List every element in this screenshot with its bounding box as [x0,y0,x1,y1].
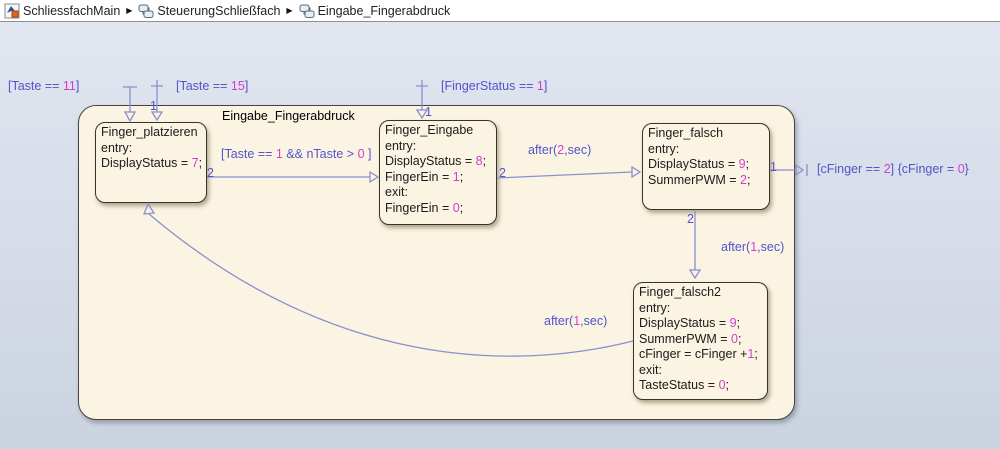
state-action: exit: [639,363,763,379]
state-finger-eingabe[interactable]: Finger_Eingabe entry: DisplayStatus = 8;… [379,120,497,225]
breadcrumb-separator-icon: ▶ [286,6,292,15]
state-eingabe-fingerabdruck-title: Eingabe_Fingerabdruck [222,109,355,123]
state-action: FingerEin = 1; [385,170,492,186]
transition-label-after2sec[interactable]: after(2,sec) [528,143,591,157]
state-action: entry: [648,142,765,158]
transition-order[interactable]: 1 [150,99,157,113]
transition-order[interactable]: 2 [499,166,506,180]
state-action: TasteStatus = 0; [639,378,763,394]
state-action: entry: [101,141,202,157]
state-action: DisplayStatus = 9; [648,157,765,173]
state-action: entry: [385,139,492,155]
state-action: cFinger = cFinger +1; [639,347,763,363]
state-action: DisplayStatus = 7; [101,156,202,172]
transition-label-taste11[interactable]: [Taste == 11] [8,79,79,93]
state-title: Finger_falsch2 [639,285,763,301]
arrowhead-icon [796,165,803,175]
state-action: exit: [385,185,492,201]
breadcrumb-separator-icon: ▶ [126,6,132,15]
state-title: Finger_Eingabe [385,123,492,139]
breadcrumb-item-model[interactable]: SchliessfachMain [23,4,120,18]
breadcrumb: SchliessfachMain ▶ SteuerungSchließfach … [0,0,1000,22]
state-action: FingerEin = 0; [385,201,492,217]
breadcrumb-item-parent-chart[interactable]: SteuerungSchließfach [157,4,280,18]
stateflow-canvas: Eingabe_Fingerabdruck Finger_platzieren … [0,22,1000,449]
transition-label-after1sec-loop[interactable]: after(1,sec) [544,314,607,328]
stateflow-chart-icon [138,3,154,19]
state-action: entry: [639,301,763,317]
breadcrumb-item-current-chart[interactable]: Eingabe_Fingerabdruck [318,4,451,18]
transition-order[interactable]: 1 [425,105,432,119]
state-title: Finger_platzieren [101,125,202,141]
state-finger-falsch2[interactable]: Finger_falsch2 entry: DisplayStatus = 9;… [633,282,768,400]
state-action: SummerPWM = 2; [648,173,765,189]
state-action: DisplayStatus = 8; [385,154,492,170]
transition-label-taste-ntaste[interactable]: [Taste == 1 && nTaste > 0 ] [221,147,371,161]
state-action: SummerPWM = 0; [639,332,763,348]
transition-order[interactable]: 2 [207,166,214,180]
transition-order[interactable]: 2 [687,212,694,226]
transition-order[interactable]: 1 [770,160,777,174]
state-action: DisplayStatus = 9; [639,316,763,332]
state-title: Finger_falsch [648,126,765,142]
state-finger-falsch[interactable]: Finger_falsch entry: DisplayStatus = 9; … [642,123,770,210]
transition-label-taste15[interactable]: [Taste == 15] [176,79,248,93]
transition-label-after1sec-down[interactable]: after(1,sec) [721,240,784,254]
state-finger-platzieren[interactable]: Finger_platzieren entry: DisplayStatus =… [95,122,207,203]
simulink-model-icon [4,3,20,19]
stateflow-chart-icon [299,3,315,19]
transition-label-fingerstatus[interactable]: [FingerStatus == 1] [441,79,547,93]
transition-label-cfinger-exit[interactable]: [cFinger == 2] {cFinger = 0} [817,162,969,176]
